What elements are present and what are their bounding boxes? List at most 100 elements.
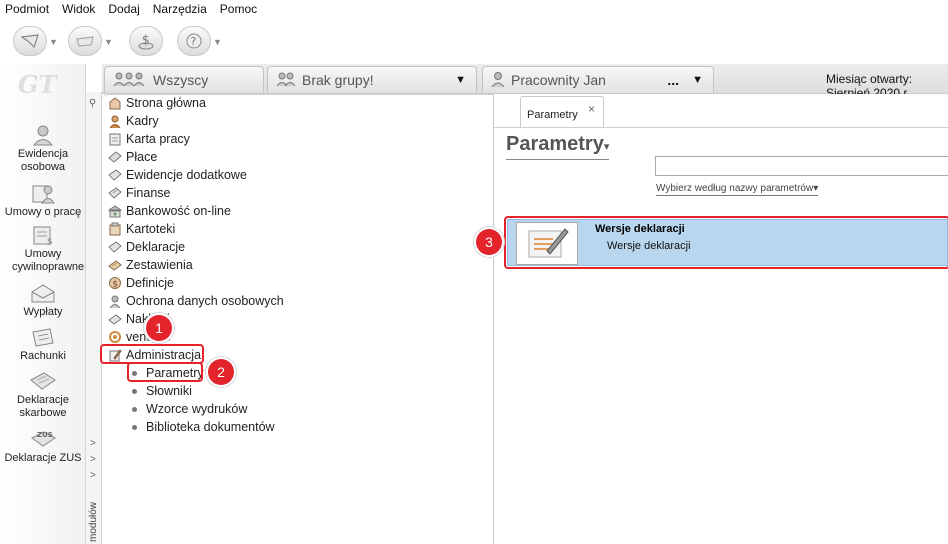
- contract-person-icon: [28, 182, 58, 204]
- tab-pracownik[interactable]: Pracownity Jan ... ▼: [482, 66, 714, 93]
- rail-ewidencja-osobowa[interactable]: Ewidencja osobowa: [0, 124, 86, 174]
- tab-brak-grupy[interactable]: Brak grupy! ▼: [267, 66, 477, 93]
- rail-label: Rachunki: [20, 350, 66, 362]
- send-icon[interactable]: [13, 26, 47, 56]
- tree-node-label: Ewidencje dodatkowe: [126, 168, 247, 182]
- tree-node-place[interactable]: Płace: [108, 148, 157, 166]
- tree-node-label: Deklaracje: [126, 240, 186, 254]
- chevron-right-icon[interactable]: >: [90, 438, 96, 449]
- chevron-down-icon[interactable]: ▼: [455, 74, 466, 86]
- svg-text:$: $: [47, 237, 53, 246]
- invoice-icon: [28, 326, 58, 348]
- tab-brak-grupy-label: Brak grupy!: [302, 72, 374, 88]
- tree-sub-label: Wzorce wydruków: [146, 402, 248, 416]
- rail-label: Umowy cywilnoprawne: [12, 248, 85, 273]
- rail-wyplaty[interactable]: Wypłaty: [0, 282, 86, 319]
- dollar-icon[interactable]: $: [129, 26, 163, 56]
- search-filter-link[interactable]: Wybierz według nazwy parametrów▾: [656, 183, 819, 196]
- worker-more-button[interactable]: ...: [667, 72, 679, 88]
- rail-label: Deklaracje skarbowe: [17, 394, 69, 419]
- rail-deklaracje-skarbowe[interactable]: Deklaracje skarbowe: [0, 370, 86, 420]
- page-title[interactable]: Parametry▾: [506, 132, 610, 160]
- search-input[interactable]: [655, 156, 948, 176]
- tree-node-label: Strona główna: [126, 96, 206, 110]
- bullet-icon: [132, 388, 137, 394]
- tree-node-kadry[interactable]: Kadry: [108, 112, 159, 130]
- receive-dropdown-icon[interactable]: ▼: [104, 37, 113, 47]
- tree-node-ewidencje-dodatkowe[interactable]: Ewidencje dodatkowe: [108, 166, 247, 184]
- toolbar: ▼ ▼ $ ? ▼: [0, 18, 948, 64]
- navigation-tree: Strona główna Kadry Karta pracy Płace Ew…: [100, 94, 494, 544]
- person-icon: [491, 71, 505, 90]
- rail-label: Umowy o pracę: [4, 206, 82, 218]
- zus-icon: ZUS: [28, 428, 58, 450]
- tree-sub-wzorce-wydrukow[interactable]: Wzorce wydruków: [132, 400, 247, 418]
- rail-umowy-cywilnoprawne[interactable]: $ Umowy cywilnoprawne: [0, 224, 86, 274]
- chevron-down-icon[interactable]: ▼: [692, 74, 703, 86]
- rail-rachunki[interactable]: Rachunki: [0, 326, 86, 363]
- menu-widok[interactable]: Widok: [62, 2, 95, 16]
- help-dropdown-icon[interactable]: ▼: [213, 37, 222, 47]
- menu-podmiot[interactable]: Podmiot: [5, 2, 49, 16]
- menu-narzedzia[interactable]: Narzędzia: [153, 2, 207, 16]
- tree-sub-biblioteka-dokumentow[interactable]: Biblioteka dokumentów: [132, 418, 275, 436]
- receive-icon[interactable]: [68, 26, 102, 56]
- tree-node-label: Bankowość on-line: [126, 204, 231, 218]
- tree-node-ochrona-danych[interactable]: Ochrona danych osobowych: [108, 292, 284, 310]
- callout-badge-2: 2: [208, 359, 234, 385]
- rail-umowy-o-prace[interactable]: Umowy o pracę: [0, 182, 86, 219]
- menu-pomoc[interactable]: Pomoc: [220, 2, 257, 16]
- tree-node-bankowosc[interactable]: Bankowość on-line: [107, 202, 231, 220]
- bullet-icon: [132, 424, 137, 430]
- highlight-administracja: [100, 344, 204, 364]
- tree-node-label: Kadry: [126, 114, 159, 128]
- menubar: Podmiot Widok Dodaj Narzędzia Pomoc: [0, 0, 948, 18]
- tree-node-kartoteki[interactable]: Kartoteki: [108, 220, 175, 238]
- content-area: Parametry × Parametry▾ Wybierz według na…: [476, 94, 948, 544]
- records-icon: [108, 168, 122, 182]
- tree-node-definicje[interactable]: $ Definicje: [108, 274, 174, 292]
- tree-sub-label: Biblioteka dokumentów: [146, 420, 275, 434]
- chevron-down-icon: ▾: [603, 141, 610, 153]
- callout-badge-3: 3: [476, 229, 502, 255]
- bullet-icon: [132, 406, 137, 412]
- help-icon[interactable]: ?: [177, 26, 211, 56]
- tab-parametry[interactable]: Parametry ×: [520, 96, 604, 128]
- highlight-result: [504, 216, 948, 269]
- menu-dodaj[interactable]: Dodaj: [108, 2, 139, 16]
- payroll-icon: [108, 150, 122, 164]
- svg-text:?: ?: [191, 35, 197, 48]
- module-rail: GT Ewidencja osobowa Umowy o pracę $ Umo…: [0, 64, 86, 544]
- pin-icon[interactable]: ⚲: [89, 98, 96, 109]
- rail-label: Ewidencja osobowa: [17, 148, 69, 173]
- send-dropdown-icon[interactable]: ▼: [49, 37, 58, 47]
- rail-deklaracje-zus[interactable]: ZUS Deklaracje ZUS: [0, 428, 86, 465]
- group-people-icon: [113, 71, 147, 90]
- tab-wszyscy[interactable]: Wszyscy: [104, 66, 264, 93]
- tab-parametry-label: Parametry: [527, 109, 578, 121]
- close-icon[interactable]: ×: [588, 102, 595, 116]
- tree-node-deklaracje[interactable]: Deklaracje: [108, 238, 185, 256]
- person-icon: [28, 124, 58, 146]
- search-hint-text: Wybierz według nazwy parametrów: [656, 183, 814, 194]
- civil-contract-icon: $: [28, 224, 58, 247]
- tree-node-karta-pracy[interactable]: Karta pracy: [108, 130, 190, 148]
- chevron-right-icon[interactable]: >: [90, 454, 96, 465]
- files-icon: [108, 222, 122, 236]
- tree-sub-slowniki[interactable]: Słowniki: [132, 382, 192, 400]
- rail-label: Wypłaty: [23, 306, 63, 318]
- rail-label: Deklaracje ZUS: [4, 452, 82, 464]
- reports-icon: [108, 258, 122, 272]
- tree-node-zestawienia[interactable]: Zestawienia: [108, 256, 193, 274]
- tree-node-label: Karta pracy: [126, 132, 190, 146]
- declarations-icon: [108, 240, 122, 254]
- tax-declaration-icon: [28, 370, 58, 392]
- modules-collapse-strip[interactable]: ⚲ > > > modułów: [86, 92, 102, 544]
- svg-text:ZUS: ZUS: [37, 431, 53, 439]
- chevron-right-icon[interactable]: >: [90, 470, 96, 481]
- tree-node-strona-glowna[interactable]: Strona główna: [108, 94, 206, 112]
- tree-node-label: Finanse: [126, 186, 171, 200]
- tree-node-label: Ochrona danych osobowych: [126, 294, 284, 308]
- envelope-icon: [28, 282, 58, 304]
- tree-node-finanse[interactable]: Finanse: [108, 184, 170, 202]
